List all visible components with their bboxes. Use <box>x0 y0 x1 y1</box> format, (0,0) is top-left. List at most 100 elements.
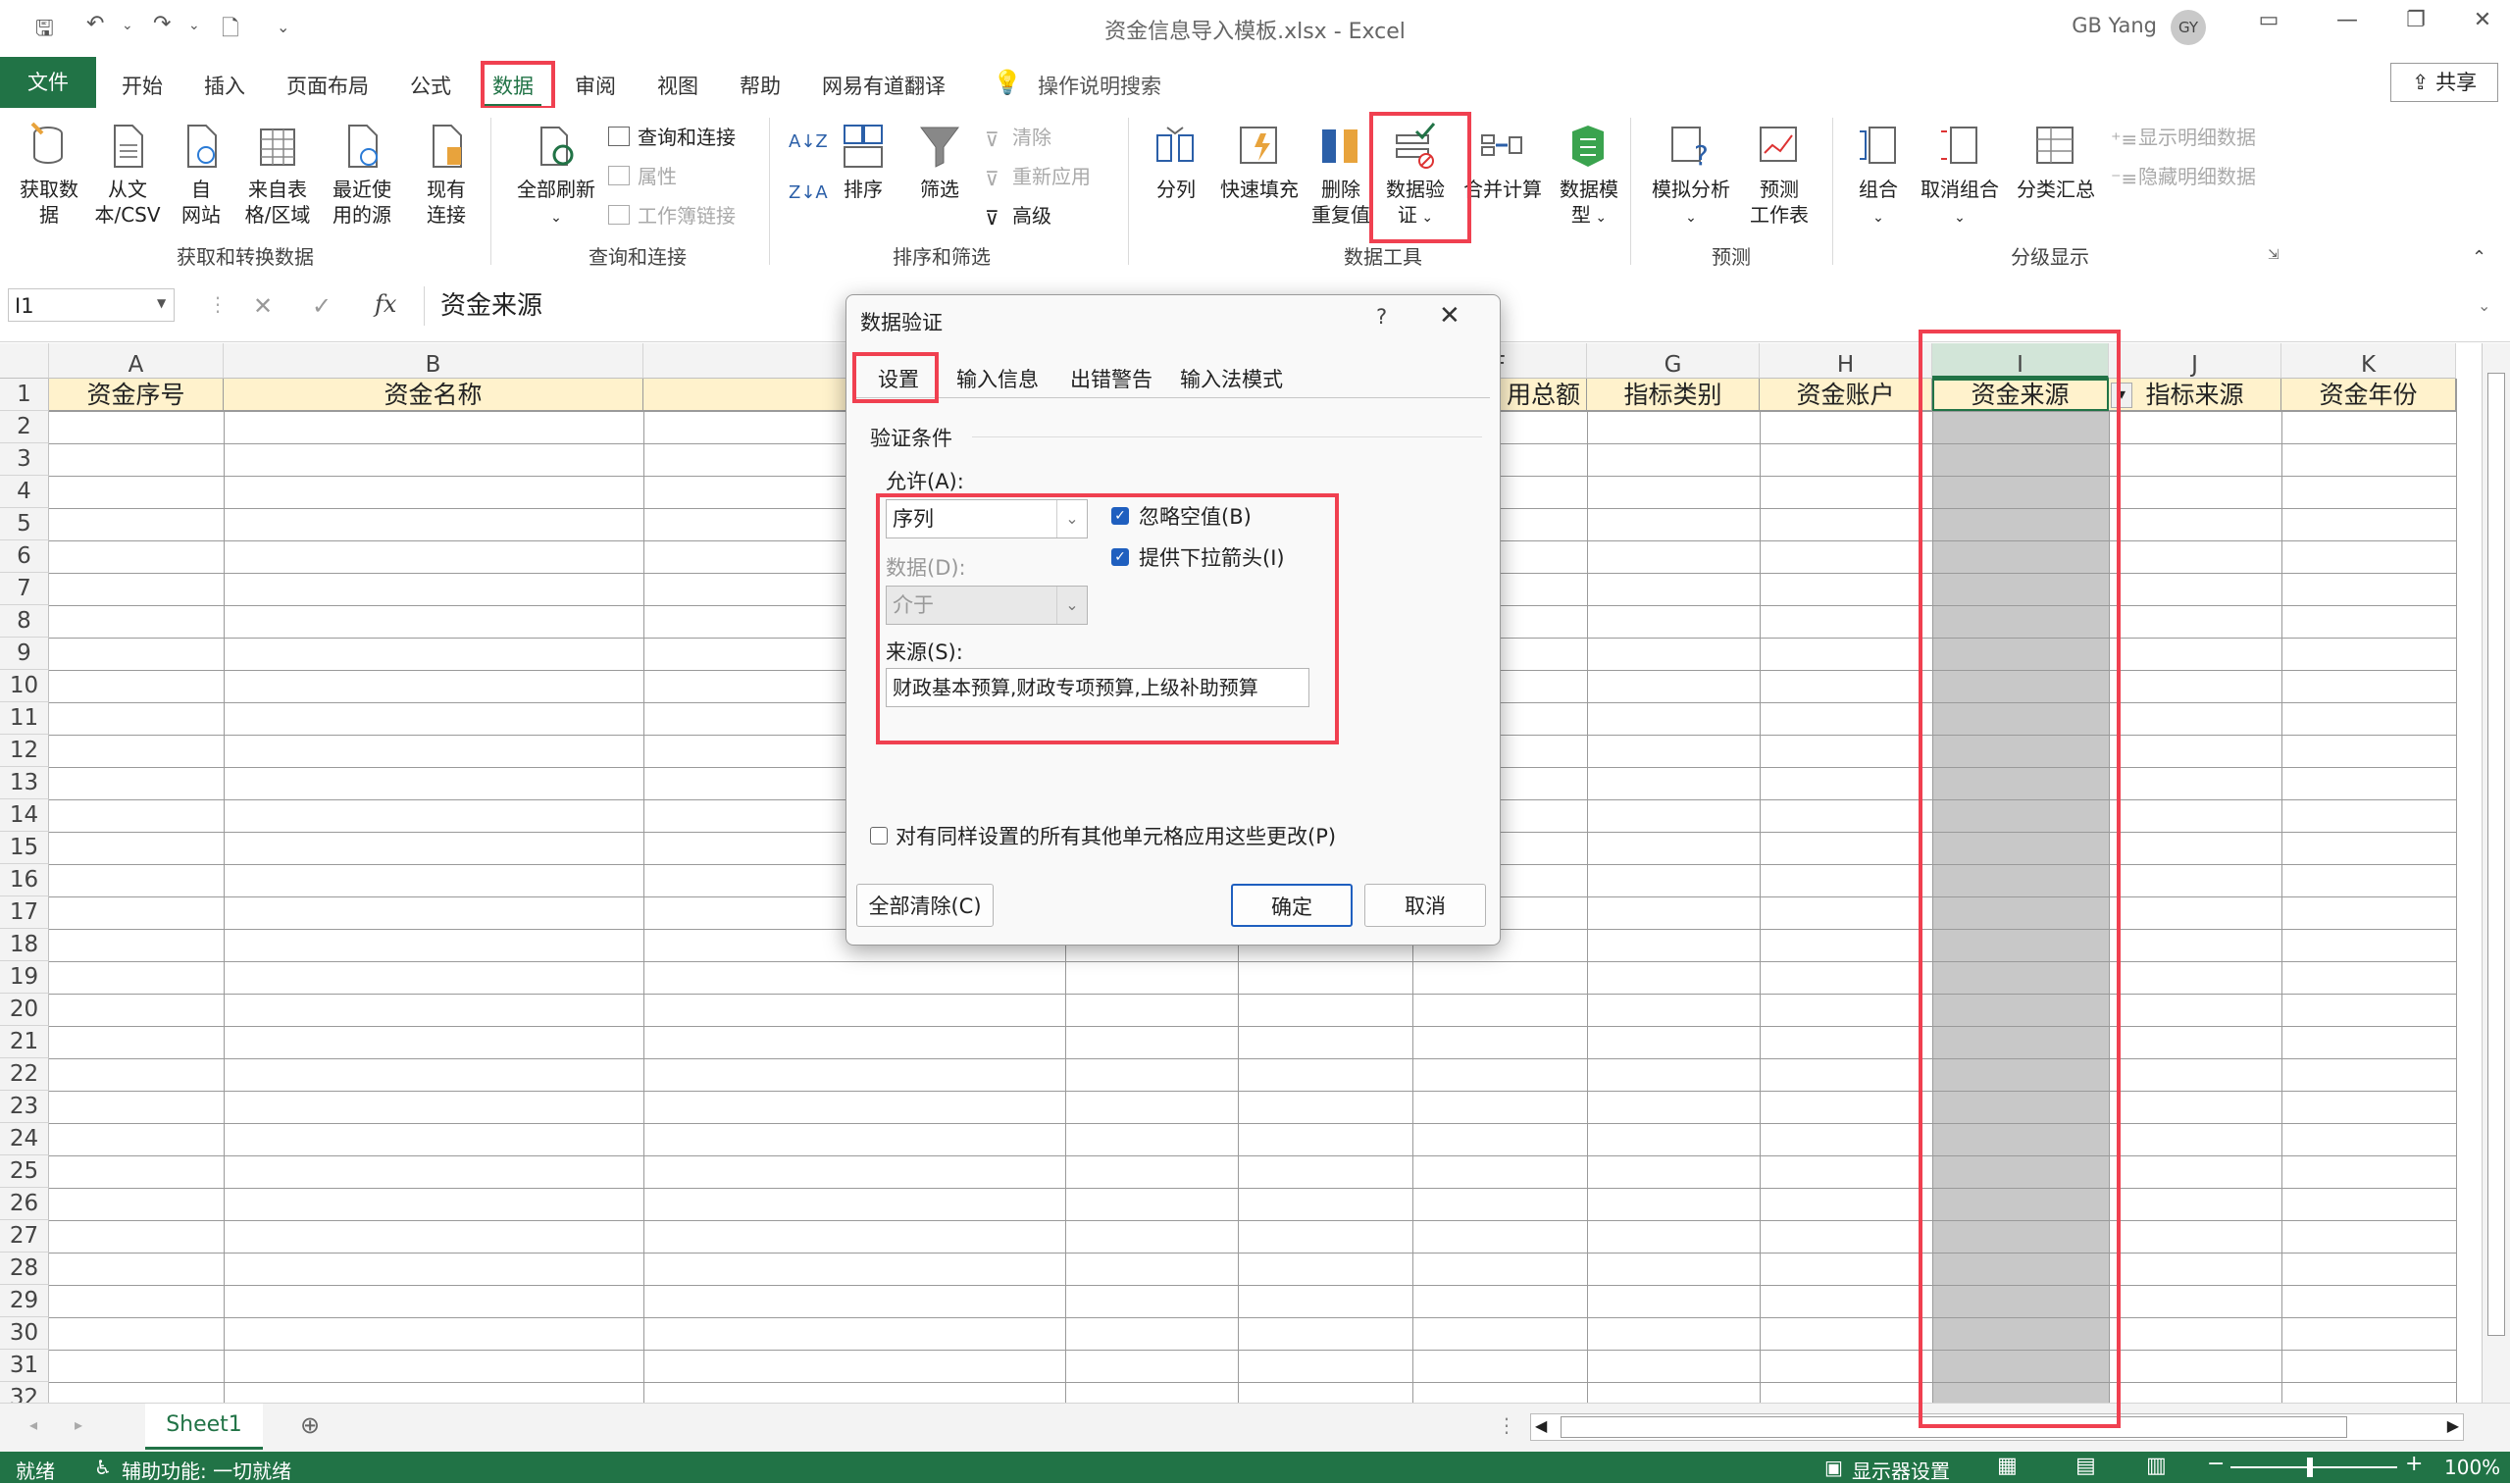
apply-all-label[interactable]: 对有同样设置的所有其他单元格应用这些更改(P) <box>896 821 1336 850</box>
zoom-in-icon[interactable]: + <box>2405 1452 2423 1476</box>
sort-desc-icon[interactable]: Z↓A <box>789 182 828 203</box>
column-header-h[interactable]: H <box>1760 343 1932 379</box>
tab-input-message[interactable]: 输入信息 <box>956 364 1039 393</box>
scroll-left-icon[interactable]: ◀ <box>1535 1416 1547 1435</box>
row-header[interactable]: 20 <box>0 994 49 1026</box>
tab-home[interactable]: 开始 <box>114 67 171 104</box>
consolidate-button[interactable]: 合并计算 <box>1456 122 1550 202</box>
row-header[interactable]: 22 <box>0 1058 49 1091</box>
close-window-icon[interactable]: ✕ <box>2463 8 2502 32</box>
header-cell-h[interactable]: 资金账户 <box>1760 379 1932 411</box>
avatar[interactable]: GY <box>2171 10 2206 45</box>
row-header[interactable]: 24 <box>0 1123 49 1155</box>
scroll-tabs-right-icon[interactable]: ▸ <box>75 1415 82 1434</box>
row-header[interactable]: 29 <box>0 1285 49 1317</box>
name-box-dropdown-icon[interactable]: ▼ <box>157 296 166 310</box>
help-button[interactable]: ? <box>1376 305 1387 329</box>
display-settings[interactable]: 显示器设置 <box>1852 1456 1950 1484</box>
tab-page-layout[interactable]: 页面布局 <box>279 67 377 104</box>
row-header[interactable]: 25 <box>0 1155 49 1188</box>
clear-all-button[interactable]: 全部清除(C) <box>856 884 994 927</box>
scroll-right-icon[interactable]: ▶ <box>2447 1416 2459 1435</box>
add-sheet-icon[interactable]: ⊕ <box>300 1411 320 1439</box>
cell-dropdown-icon[interactable]: ▾ <box>2111 383 2132 408</box>
zoom-slider[interactable] <box>2230 1466 2397 1468</box>
normal-view-icon[interactable]: ▦ <box>1997 1454 2018 1478</box>
row-header[interactable]: 21 <box>0 1026 49 1058</box>
data-model-button[interactable]: 数据模 型 ⌄ <box>1550 122 1628 230</box>
tab-review[interactable]: 审阅 <box>567 67 624 104</box>
column-header-j[interactable]: J <box>2109 343 2281 379</box>
column-header-i[interactable]: I <box>1932 343 2109 379</box>
row-header[interactable]: 17 <box>0 896 49 929</box>
tab-ime-mode[interactable]: 输入法模式 <box>1180 364 1283 393</box>
ok-button[interactable]: 确定 <box>1231 884 1353 927</box>
from-table-button[interactable]: 来自表 格/区域 <box>235 122 320 228</box>
from-web-button[interactable]: 自 网站 <box>167 122 235 228</box>
refresh-all-button[interactable]: 全部刷新 ⌄ <box>502 122 610 230</box>
source-input[interactable]: 财政基本预算,财政专项预算,上级补助预算 ⬆ <box>886 668 1309 707</box>
row-header[interactable]: 15 <box>0 832 49 864</box>
header-cell-b[interactable]: 资金名称 <box>224 379 643 411</box>
sort-button[interactable]: 排序 <box>834 122 893 202</box>
row-header[interactable]: 6 <box>0 540 49 573</box>
row-header[interactable]: 2 <box>0 411 49 443</box>
tab-data[interactable]: 数据 <box>485 67 541 107</box>
share-button[interactable]: ⇪ 共享 <box>2390 63 2498 102</box>
filter-button[interactable]: 筛选 <box>910 122 969 202</box>
row-header[interactable]: 18 <box>0 929 49 961</box>
zoom-slider-thumb[interactable] <box>2307 1458 2313 1477</box>
confirm-entry-icon[interactable]: ✓ <box>312 292 332 320</box>
dropdown-label[interactable]: 提供下拉箭头(I) <box>1139 542 1285 572</box>
row-header[interactable]: 7 <box>0 573 49 605</box>
accessibility-status[interactable]: 辅助功能: 一切就绪 <box>122 1456 291 1484</box>
row-header[interactable]: 23 <box>0 1091 49 1123</box>
flash-fill-button[interactable]: 快速填充 <box>1212 122 1306 202</box>
row-header[interactable]: 11 <box>0 702 49 735</box>
insert-function-icon[interactable]: fx <box>375 290 396 318</box>
tab-error-alert[interactable]: 出错警告 <box>1070 364 1153 393</box>
cancel-button[interactable]: 取消 <box>1364 884 1486 927</box>
row-header[interactable]: 4 <box>0 476 49 508</box>
existing-connections-button[interactable]: 现有 连接 <box>412 122 481 228</box>
horizontal-scroll-thumb[interactable] <box>1561 1416 2347 1438</box>
recent-sources-button[interactable]: 最近使 用的源 <box>320 122 404 228</box>
remove-duplicates-button[interactable]: 删除 重复值 <box>1308 122 1373 228</box>
expand-formula-icon[interactable]: ⌄ <box>2478 296 2490 315</box>
row-header[interactable]: 9 <box>0 638 49 670</box>
horizontal-scrollbar[interactable]: ◀ ▶ <box>1530 1413 2464 1441</box>
row-header[interactable]: 31 <box>0 1350 49 1382</box>
ignore-blank-label[interactable]: 忽略空值(B) <box>1139 501 1252 531</box>
vertical-scroll-thumb[interactable] <box>2487 373 2505 1336</box>
get-data-button[interactable]: 获取数 据 <box>10 122 88 228</box>
row-header[interactable]: 14 <box>0 799 49 832</box>
zoom-level[interactable]: 100% <box>2444 1456 2500 1479</box>
row-header[interactable]: 5 <box>0 508 49 540</box>
column-header-k[interactable]: K <box>2281 343 2456 379</box>
row-header[interactable]: 8 <box>0 605 49 638</box>
tell-me-search[interactable]: 操作说明搜索 <box>1038 71 1161 100</box>
tab-settings[interactable]: 设置 <box>878 364 919 393</box>
row-header[interactable]: 16 <box>0 864 49 896</box>
group-button[interactable]: 组合 ⌄ <box>1844 122 1913 230</box>
what-if-analysis-button[interactable]: ? 模拟分析 ⌄ <box>1644 122 1738 230</box>
column-header-a[interactable]: A <box>49 343 224 379</box>
sort-asc-icon[interactable]: A↓Z <box>789 131 828 152</box>
tab-split-grip-icon[interactable]: ⋮ <box>1497 1413 1516 1437</box>
row-header[interactable]: 30 <box>0 1317 49 1350</box>
header-cell-k[interactable]: 资金年份 <box>2281 379 2456 411</box>
user-name[interactable]: GB Yang <box>2072 14 2157 37</box>
row-header[interactable]: 10 <box>0 670 49 702</box>
row-header[interactable]: 27 <box>0 1220 49 1253</box>
zoom-out-icon[interactable]: − <box>2207 1452 2225 1476</box>
select-all-corner[interactable] <box>0 343 49 379</box>
row-header[interactable]: 26 <box>0 1188 49 1220</box>
apply-all-checkbox[interactable] <box>870 827 888 844</box>
sheet-tab[interactable]: Sheet1 <box>145 1404 263 1450</box>
dialog-launcher-icon[interactable]: ⇲ <box>2268 247 2279 263</box>
collapse-ribbon-icon[interactable]: ⌃ <box>2472 247 2486 268</box>
header-cell-a[interactable]: 资金序号 <box>49 379 224 411</box>
row-header[interactable]: 19 <box>0 961 49 994</box>
row-header[interactable]: 1 <box>0 379 49 411</box>
row-header[interactable]: 13 <box>0 767 49 799</box>
